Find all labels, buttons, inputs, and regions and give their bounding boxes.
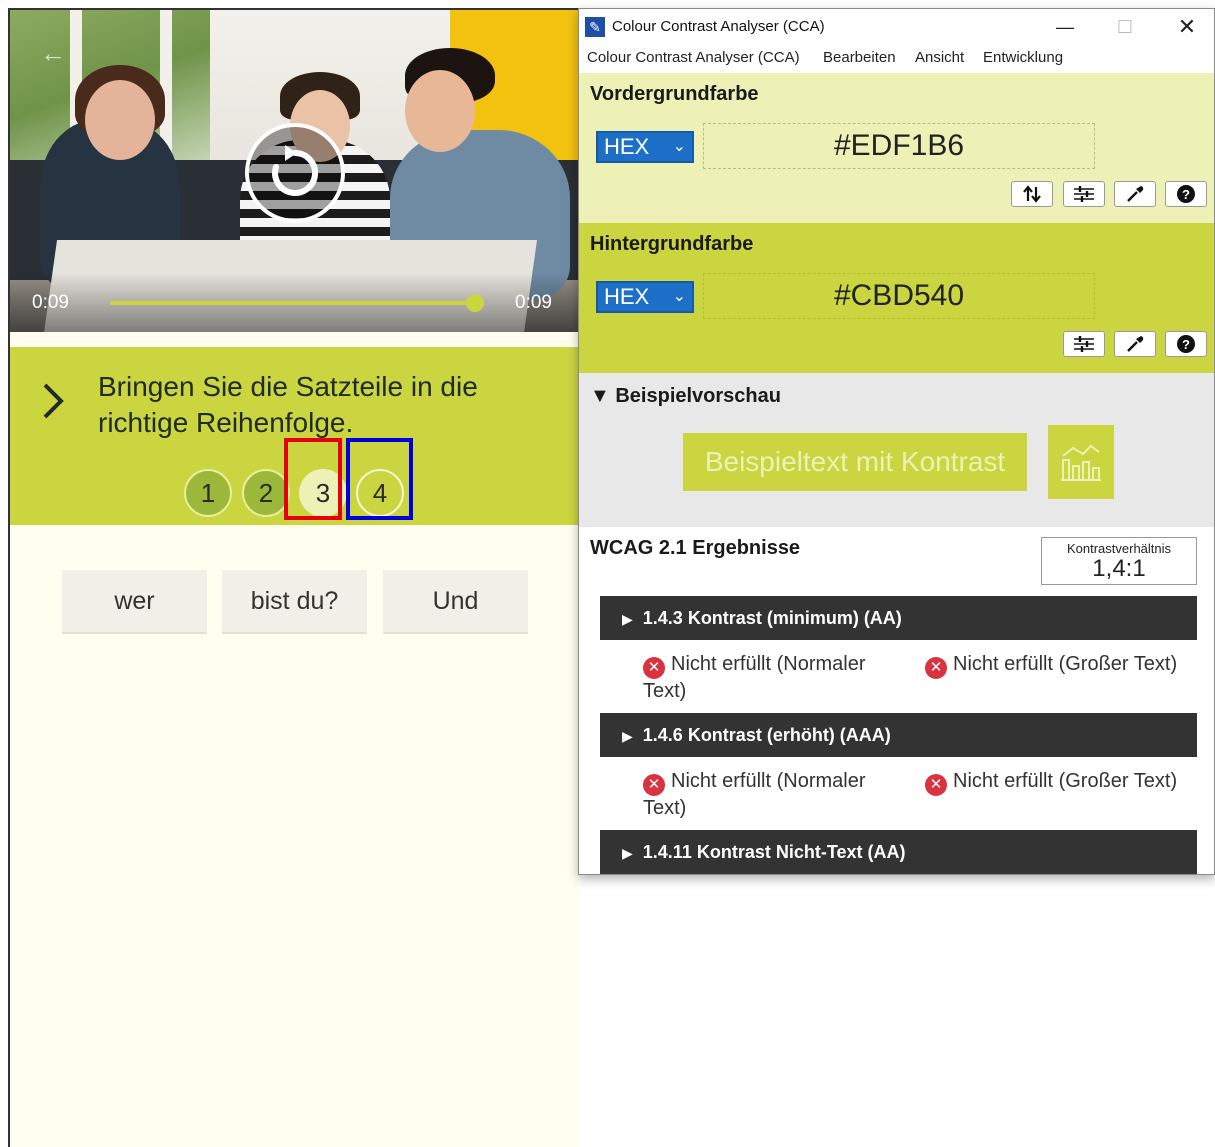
video-progress-thumb[interactable] (466, 294, 484, 312)
foreground-section: Vordergrundfarbe HEX ⌄ #EDF1B6 ? (579, 73, 1214, 223)
fail-x-icon: ✕ (643, 657, 665, 679)
step-2-button[interactable]: 2 (242, 469, 290, 517)
help-icon: ? (1177, 335, 1195, 353)
preview-section: ▼ Beispielvorschau Beispieltext mit Kont… (579, 373, 1214, 527)
background-section: Hintergrundfarbe HEX ⌄ #CBD540 ? (579, 223, 1214, 373)
contrast-ratio-label: Kontrastverhältnis (1066, 541, 1172, 556)
triangle-right-icon: ▶ (622, 611, 633, 627)
task-instruction: Bringen Sie die Satzteile in die richtig… (98, 371, 478, 438)
result-normal-text: ✕ Nicht erfüllt (Normaler Text) (643, 769, 903, 820)
foreground-heading: Vordergrundfarbe (590, 83, 759, 105)
maximize-button[interactable]: ☐ (1105, 13, 1145, 41)
cca-window: ✎ Colour Contrast Analyser (CCA) — ☐ ✕ C… (578, 8, 1215, 875)
fail-x-icon: ✕ (925, 657, 947, 679)
preview-heading[interactable]: ▼ Beispielvorschau (590, 385, 781, 408)
background-hex-input[interactable]: #CBD540 (703, 273, 1095, 319)
minimize-button[interactable]: — (1045, 13, 1085, 41)
replay-icon (272, 145, 319, 196)
result-label: Nicht erfüllt (Großer Text) (953, 770, 1178, 792)
result-normal-text: ✕ Nicht erfüllt (Normaler Text) (643, 652, 903, 703)
triangle-right-icon: ▶ (622, 728, 633, 744)
criterion-title: 1.4.3 Kontrast (minimum) (AA) (642, 608, 902, 628)
criterion-title: 1.4.6 Kontrast (erhöht) (AAA) (642, 725, 891, 745)
menu-item-cca[interactable]: Colour Contrast Analyser (CCA) (587, 49, 800, 66)
result-large-text: ✕ Nicht erfüllt (Großer Text) (925, 652, 1205, 679)
foreground-eyedropper-button[interactable] (1114, 181, 1156, 207)
back-arrow-icon[interactable]: ← (40, 38, 66, 69)
minimize-icon: — (1056, 16, 1074, 37)
replay-button[interactable] (245, 123, 345, 223)
svg-text:?: ? (1182, 187, 1190, 202)
swap-icon (1023, 185, 1041, 203)
background-format-value: HEX (604, 284, 650, 309)
fail-x-icon: ✕ (925, 774, 947, 796)
preview-heading-label: Beispielvorschau (615, 385, 781, 407)
title-bar[interactable]: ✎ Colour Contrast Analyser (CCA) — ☐ ✕ (579, 9, 1214, 43)
criterion-1-4-6-toggle[interactable]: ▶ 1.4.6 Kontrast (erhöht) (AAA) (600, 713, 1197, 757)
result-label: Nicht erfüllt (Großer Text) (953, 653, 1178, 675)
criterion-title: 1.4.11 Kontrast Nicht-Text (AA) (642, 842, 906, 862)
sliders-icon (1074, 336, 1094, 352)
result-label: Nicht erfüllt (Normaler Text) (643, 653, 866, 702)
total-time: 0:09 (515, 292, 552, 313)
close-icon: ✕ (1177, 14, 1197, 39)
video-progress-fill (110, 301, 475, 305)
foreground-help-button[interactable]: ? (1165, 181, 1207, 207)
swap-colors-button[interactable] (1011, 181, 1053, 207)
learning-app: ← 0:09 0:09 Bringen Sie die Satzteile in… (8, 8, 578, 1147)
triangle-down-icon: ▼ (590, 385, 610, 407)
foreground-sliders-button[interactable] (1063, 181, 1105, 207)
sliders-icon (1074, 186, 1094, 202)
menu-item-view[interactable]: Ansicht (915, 49, 964, 66)
word-tile[interactable]: Und (383, 570, 528, 634)
maximize-icon: ☐ (1116, 16, 1134, 37)
video-player[interactable]: ← 0:09 0:09 (10, 10, 578, 332)
menu-item-development[interactable]: Entwicklung (983, 49, 1063, 66)
close-button[interactable]: ✕ (1167, 13, 1207, 41)
background-heading: Hintergrundfarbe (590, 233, 754, 255)
result-large-text: ✕ Nicht erfüllt (Großer Text) (925, 769, 1205, 796)
menu-item-edit[interactable]: Bearbeiten (823, 49, 896, 66)
criterion-1-4-3-toggle[interactable]: ▶ 1.4.3 Kontrast (minimum) (AA) (600, 596, 1197, 640)
step-1-button[interactable]: 1 (184, 469, 232, 517)
triangle-right-icon: ▶ (622, 845, 633, 861)
chevron-down-icon: ⌄ (672, 288, 686, 305)
eyedropper-icon (1127, 336, 1144, 352)
criterion-1-4-11-toggle[interactable]: ▶ 1.4.11 Kontrast Nicht-Text (AA) (600, 830, 1197, 874)
foreground-format-select[interactable]: HEX ⌄ (596, 131, 694, 163)
results-heading: WCAG 2.1 Ergebnisse (590, 537, 801, 559)
background-format-select[interactable]: HEX ⌄ (596, 281, 694, 313)
chart-icon (1061, 444, 1101, 481)
help-icon: ? (1177, 185, 1195, 203)
svg-text:?: ? (1182, 337, 1190, 352)
menu-bar: Colour Contrast Analyser (CCA) Bearbeite… (579, 43, 1214, 73)
word-tile[interactable]: wer (62, 570, 207, 634)
word-tile[interactable]: bist du? (222, 570, 367, 634)
blue-highlight-box (346, 438, 413, 520)
fail-x-icon: ✕ (643, 774, 665, 796)
eyedropper-icon (1127, 186, 1144, 202)
background-sliders-button[interactable] (1063, 331, 1105, 357)
chevron-right-icon[interactable] (40, 381, 66, 421)
video-progress-bar[interactable] (110, 294, 484, 312)
chevron-down-icon: ⌄ (672, 138, 686, 155)
current-time: 0:09 (32, 292, 69, 313)
background-help-button[interactable]: ? (1165, 331, 1207, 357)
foreground-hex-input[interactable]: #EDF1B6 (703, 123, 1095, 169)
contrast-ratio-box: Kontrastverhältnis 1,4:1 (1041, 537, 1197, 585)
window-title: Colour Contrast Analyser (CCA) (612, 18, 825, 35)
red-highlight-box (284, 438, 342, 520)
background-eyedropper-button[interactable] (1114, 331, 1156, 357)
foreground-format-value: HEX (604, 134, 650, 159)
preview-sample-text: Beispieltext mit Kontrast (683, 433, 1027, 491)
preview-graphic (1048, 425, 1114, 499)
contrast-ratio-value: 1,4:1 (1092, 555, 1146, 582)
app-icon: ✎ (585, 17, 605, 37)
result-label: Nicht erfüllt (Normaler Text) (643, 770, 866, 819)
